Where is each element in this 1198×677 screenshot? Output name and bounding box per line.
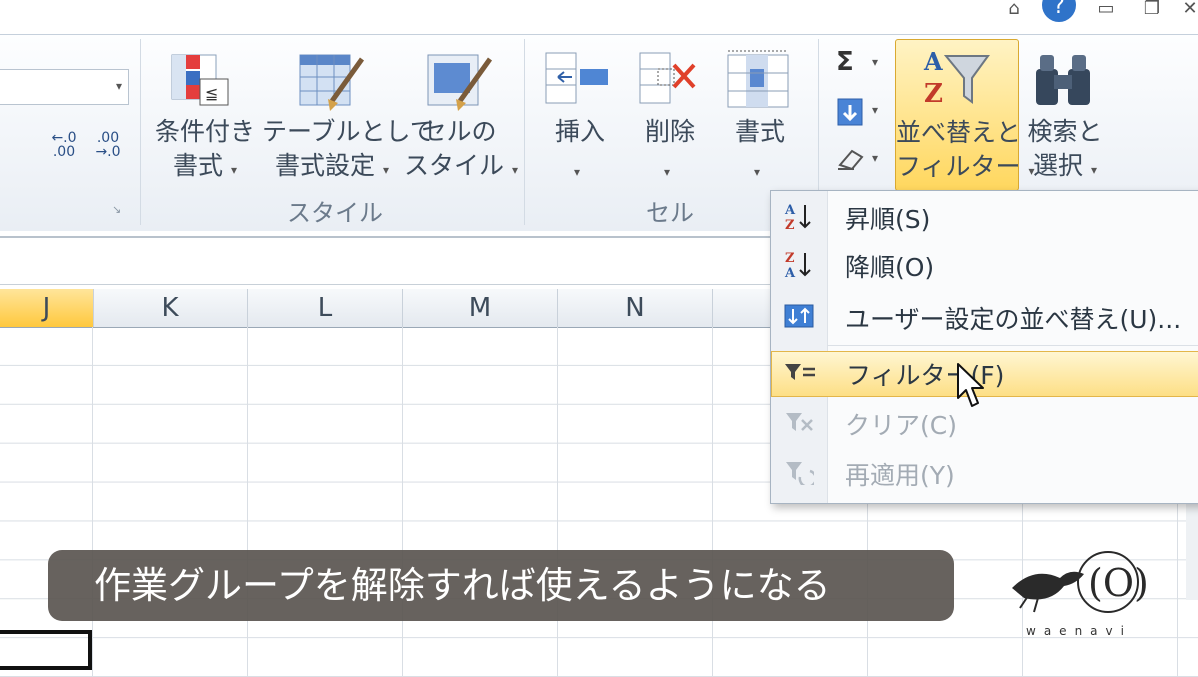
binoculars-icon: [1036, 55, 1090, 105]
format-cells-icon: [727, 50, 789, 108]
clear-button[interactable]: ▾: [832, 139, 888, 179]
svg-text:Z: Z: [924, 79, 943, 108]
sum-icon: Σ: [836, 47, 854, 77]
chevron-down-icon: ▾: [872, 151, 879, 165]
video-caption: 作業グループを解除すれば使えるようになる: [48, 550, 954, 621]
cells-group-label: セル: [646, 199, 694, 227]
minimize-ribbon-icon[interactable]: ⌂: [1002, 0, 1026, 20]
group-separator: [140, 39, 141, 225]
svg-text:(O): (O): [1088, 561, 1149, 605]
sort-ascending-icon: AZ: [771, 201, 827, 236]
menu-item-sort-descending[interactable]: ZA 降順(O): [771, 243, 1198, 289]
menu-item-label: クリア(C): [845, 411, 957, 440]
brand-logo: (O) waenavi: [1004, 548, 1154, 648]
column-header-m[interactable]: M: [403, 289, 558, 327]
styles-group-label: スタイル: [287, 199, 383, 227]
window-close-icon[interactable]: ✕: [1182, 0, 1198, 20]
chevron-down-icon: ▾: [664, 165, 671, 179]
chevron-down-icon: ▾: [754, 165, 761, 179]
column-header-j[interactable]: J: [0, 289, 94, 327]
svg-text:A: A: [784, 266, 796, 279]
clear-filter-icon: [771, 410, 827, 439]
sort-filter-label-2: フィルター ▾: [896, 152, 1035, 181]
menu-item-label: 降順(O): [845, 253, 935, 282]
find-select-label: 検索と: [1027, 117, 1103, 146]
help-icon[interactable]: ?: [1042, 0, 1076, 22]
increase-decimal-button[interactable]: ←.0 .00: [44, 131, 84, 165]
number-format-dropdown[interactable]: ▾: [0, 69, 129, 105]
chevron-down-icon: ▾: [574, 165, 581, 179]
insert-button[interactable]: 挿入 ▾: [540, 45, 620, 195]
menu-item-label: ユーザー設定の並べ替え(U)...: [845, 305, 1182, 334]
delete-cells-icon: [639, 52, 696, 104]
group-separator: [524, 39, 525, 225]
conditional-formatting-icon: ≦: [171, 54, 229, 106]
autosum-button[interactable]: Σ ▾: [832, 45, 888, 85]
chevron-down-icon: ▾: [115, 79, 122, 93]
fill-down-icon: [837, 98, 863, 126]
column-header-k[interactable]: K: [93, 289, 248, 327]
decrease-decimal-icon: .00: [96, 130, 120, 146]
menu-item-custom-sort[interactable]: ユーザー設定の並べ替え(U)...: [771, 295, 1198, 341]
sort-descending-icon: ZA: [771, 249, 827, 284]
cell-styles-label: セルの: [421, 117, 497, 146]
decrease-decimal-sub: →.0: [95, 144, 121, 160]
sort-filter-menu: AZ 昇順(S) ZA 降順(O) ユーザー設定の並べ替え(U)... フィルタ…: [770, 190, 1198, 504]
find-and-select-button[interactable]: 検索と 選択 ▾: [1020, 45, 1110, 195]
window-restore-icon[interactable]: ❐: [1140, 0, 1164, 20]
bird-logo-icon: (O): [1012, 551, 1149, 613]
custom-sort-icon: [771, 303, 827, 334]
format-as-table-button[interactable]: テーブルとして 書式設定 ▾: [262, 45, 435, 195]
menu-item-label: 昇順(S): [845, 205, 931, 234]
cell-styles-button[interactable]: セルの スタイル ▾: [404, 45, 518, 195]
menu-item-reapply[interactable]: 再適用(Y): [771, 451, 1198, 497]
column-header-n[interactable]: N: [558, 289, 713, 327]
chevron-down-icon: ▾: [872, 103, 879, 117]
find-select-label-2: 選択 ▾: [1033, 151, 1097, 180]
mouse-cursor-icon: [957, 363, 984, 407]
format-label: 書式: [734, 117, 785, 146]
delete-label: 削除: [644, 117, 695, 146]
sort-filter-label: 並べ替えと: [896, 118, 1022, 147]
window-minimize-icon[interactable]: ▭: [1094, 0, 1118, 20]
cell-styles-label-2: スタイル ▾: [404, 151, 518, 180]
menu-item-sort-ascending[interactable]: AZ 昇順(S): [771, 195, 1198, 241]
menu-separator: [827, 345, 1198, 346]
format-button[interactable]: 書式 ▾: [720, 45, 800, 195]
sort-and-filter-button[interactable]: A Z 並べ替えと フィルター ▾: [895, 39, 1035, 191]
cell-styles-icon: [427, 54, 493, 111]
chevron-down-icon: ▾: [872, 55, 879, 69]
format-as-table-label-2: 書式設定 ▾: [275, 151, 389, 180]
svg-text:A: A: [923, 47, 943, 76]
conditional-formatting-label: 条件付き: [154, 117, 255, 146]
increase-decimal-sub: .00: [52, 144, 76, 160]
reapply-icon: [771, 459, 827, 490]
conditional-formatting-button[interactable]: ≦ 条件付き 書式 ▾: [150, 45, 260, 195]
format-as-table-label: テーブルとして: [262, 117, 435, 146]
active-cell-border: [0, 630, 92, 670]
filter-icon: [772, 361, 828, 388]
eraser-icon: [838, 149, 864, 171]
svg-text:Z: Z: [785, 251, 795, 266]
conditional-formatting-label-2: 書式 ▾: [173, 151, 237, 180]
column-header-l[interactable]: L: [248, 289, 403, 327]
insert-label: 挿入: [554, 117, 605, 146]
svg-text:A: A: [784, 203, 796, 218]
insert-cells-icon: [545, 52, 608, 104]
increase-decimal-icon: ←.0: [51, 130, 77, 146]
svg-text:Z: Z: [785, 218, 795, 231]
logo-text: waenavi: [1026, 624, 1132, 638]
menu-item-label: 再適用(Y): [845, 461, 955, 490]
table-style-icon: [299, 54, 365, 111]
fill-button[interactable]: ▾: [832, 93, 888, 133]
delete-button[interactable]: 削除 ▾: [630, 45, 710, 195]
sort-filter-icon: A Z: [923, 47, 990, 108]
decrease-decimal-button[interactable]: .00 →.0: [88, 131, 128, 165]
title-bar: ⌂ ? ▭ ❐ ✕: [0, 0, 1198, 34]
dialog-launcher-icon[interactable]: ↘: [112, 203, 121, 216]
svg-text:≦: ≦: [205, 84, 218, 103]
